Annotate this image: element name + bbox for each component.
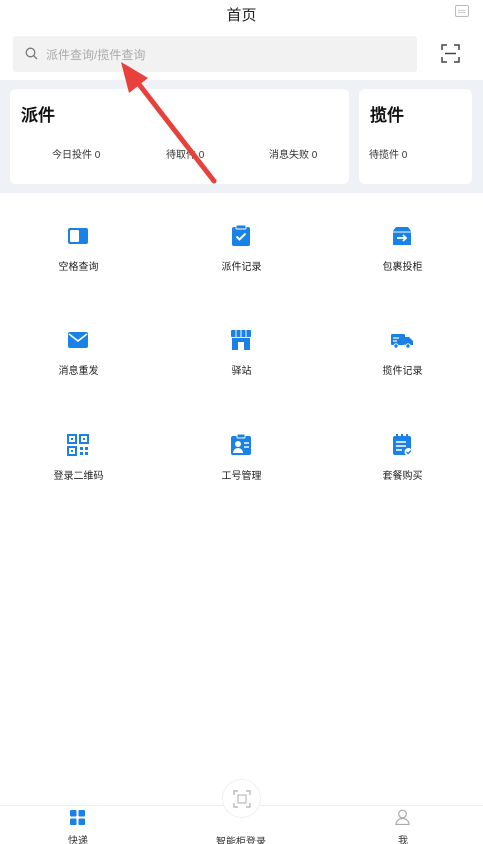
grid-item-label: 消息重发 <box>58 366 99 377</box>
page-title: 首页 <box>226 7 257 24</box>
grid-icon <box>70 810 85 825</box>
grid-item-package-purchase[interactable]: 套餐购买 <box>322 433 483 513</box>
qrcode-icon <box>67 434 89 456</box>
pickup-card[interactable]: 揽件 待揽件 0 <box>359 89 472 184</box>
grid-item-delivery-records[interactable]: 派件记录 <box>161 224 322 304</box>
tab-label: 快递 <box>68 836 88 844</box>
stat-awaiting-collect[interactable]: 待揽件 0 <box>369 146 407 161</box>
top-bar: 首页 <box>0 0 483 30</box>
search-bar[interactable]: 派件查询/揽件查询 <box>13 36 417 72</box>
truck-icon <box>391 334 413 349</box>
grid-item-staff-id-management[interactable]: 工号管理 <box>161 433 322 513</box>
search-icon <box>25 47 38 60</box>
stat-message-failed[interactable]: 消息失败 0 <box>269 146 317 161</box>
store-icon <box>231 330 251 350</box>
envelope-icon <box>68 332 88 348</box>
message-icon[interactable] <box>455 5 469 17</box>
stat-awaiting-pickup[interactable]: 待取件 0 <box>166 146 204 161</box>
smart-locker-scan-button[interactable] <box>222 779 261 818</box>
person-icon <box>395 809 410 825</box>
grid-item-login-qrcode[interactable]: 登录二维码 <box>0 433 159 513</box>
tab-label: 我 <box>398 836 408 844</box>
grid-item-message-resend[interactable]: 消息重发 <box>0 328 159 408</box>
box-arrow-icon <box>393 227 411 245</box>
grid-item-label: 包裹投柜 <box>382 262 423 273</box>
delivery-card[interactable]: 派件 今日投件 0 待取件 0 消息失败 0 <box>10 89 349 184</box>
id-badge-icon <box>231 433 251 455</box>
grid-item-parcel-deposit[interactable]: 包裹投柜 <box>322 224 483 304</box>
tab-me[interactable]: 我 <box>363 806 443 844</box>
scan-icon <box>233 790 251 808</box>
tab-express[interactable]: 快递 <box>38 806 118 844</box>
search-input[interactable]: 派件查询/揽件查询 <box>46 46 145 63</box>
grid-item-label: 登录二维码 <box>53 471 104 482</box>
grid-item-label: 驿站 <box>231 366 252 377</box>
grid-item-label: 派件记录 <box>221 262 262 273</box>
pickup-title: 揽件 <box>370 106 404 125</box>
door-icon <box>68 228 88 244</box>
grid-item-label: 工号管理 <box>221 471 262 482</box>
grid-item-label: 空格查询 <box>58 262 99 273</box>
grid-item-label: 揽件记录 <box>382 366 423 377</box>
clipboard-check-icon <box>232 224 250 246</box>
grid-item-station[interactable]: 驿站 <box>161 328 322 408</box>
scan-icon[interactable] <box>441 44 460 63</box>
grid-item-label: 套餐购买 <box>382 471 423 482</box>
tab-label: 智能柜登录 <box>216 837 266 844</box>
grid-item-pickup-records[interactable]: 揽件记录 <box>322 328 483 408</box>
grid-item-empty-slot-query[interactable]: 空格查询 <box>0 224 159 304</box>
delivery-title: 派件 <box>21 106 55 125</box>
notepad-check-icon <box>393 434 413 456</box>
stat-today-delivered[interactable]: 今日投件 0 <box>52 146 100 161</box>
